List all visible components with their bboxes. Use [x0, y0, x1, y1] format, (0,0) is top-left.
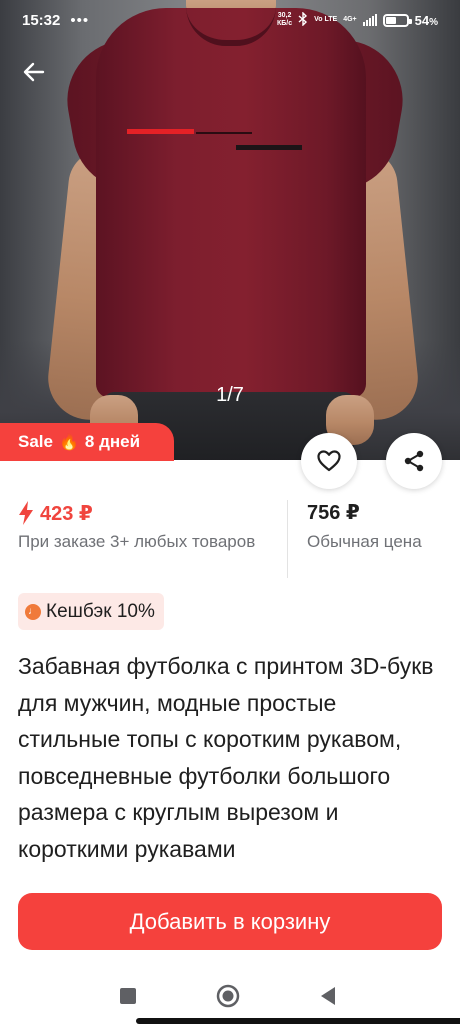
gesture-bar — [136, 1018, 460, 1024]
tshirt-body — [96, 8, 366, 398]
sale-badge: Sale 🔥 8 дней — [0, 423, 174, 461]
recent-apps-button[interactable] — [116, 984, 140, 1008]
back-button[interactable] — [18, 56, 50, 88]
cashback-coin-icon: ♩ — [25, 603, 41, 620]
volte-indicator: Vo LTE — [314, 16, 338, 23]
system-nav-bar — [0, 966, 460, 1024]
cashback-label: Кешбэк 10% — [46, 600, 155, 622]
battery-fill — [385, 16, 397, 24]
net-speed: 30,2 КБ/с — [277, 12, 292, 28]
heart-outline-icon — [317, 450, 341, 472]
print-red-stripe — [127, 129, 194, 134]
print-script-line — [196, 132, 252, 134]
status-time: 15:32 — [22, 11, 61, 29]
regular-price: 756 ₽ — [307, 502, 360, 524]
sale-label: Sale — [18, 432, 53, 451]
regular-price-label: Обычная цена — [307, 532, 422, 551]
sale-duration: 8 дней — [84, 432, 141, 451]
share-icon — [404, 450, 424, 472]
cashback-badge[interactable]: ♩ Кешбэк 10% — [18, 593, 164, 630]
regular-price-block: 756 ₽ Обычная цена — [307, 498, 422, 553]
flame-icon: 🔥 — [58, 434, 79, 451]
battery-percent: 54% — [414, 12, 438, 28]
net-speed-unit: КБ/с — [276, 20, 293, 27]
status-more-indicator: ••• — [70, 11, 90, 29]
product-title[interactable]: Забавная футболка с принтом 3D-букв для … — [18, 648, 438, 880]
favorite-button[interactable] — [301, 433, 357, 489]
net-speed-value: 30,2 — [277, 12, 292, 19]
lightning-icon — [19, 501, 33, 525]
price-divider — [287, 500, 288, 578]
status-right-icons: 30,2 КБ/с Vo LTE 4G+ 54% — [277, 10, 438, 29]
sale-price-block: 423 ₽ При заказе 3+ любых товаров — [18, 498, 288, 553]
system-back-button[interactable] — [316, 984, 340, 1008]
status-bar: 15:32 ••• 30,2 КБ/с Vo LTE 4G+ 54% — [0, 0, 460, 40]
print-black-stripe — [236, 145, 302, 150]
share-button[interactable] — [386, 433, 442, 489]
square-icon — [120, 988, 136, 1004]
network-type: 4G+ — [343, 16, 357, 23]
arrow-left-icon — [23, 62, 45, 82]
sale-price: 423 ₽ — [40, 502, 93, 525]
battery-icon — [382, 13, 412, 27]
sale-price-row: 423 ₽ — [18, 498, 288, 528]
add-to-cart-button[interactable]: Добавить в корзину — [18, 893, 442, 950]
image-counter: 1/7 — [216, 383, 244, 406]
triangle-back-icon — [321, 987, 335, 1005]
bluetooth-icon — [298, 10, 308, 29]
sale-condition: При заказе 3+ любых товаров — [18, 532, 256, 551]
home-button[interactable] — [216, 984, 240, 1008]
circle-home-icon — [216, 984, 240, 1008]
signal-icon — [362, 14, 377, 26]
